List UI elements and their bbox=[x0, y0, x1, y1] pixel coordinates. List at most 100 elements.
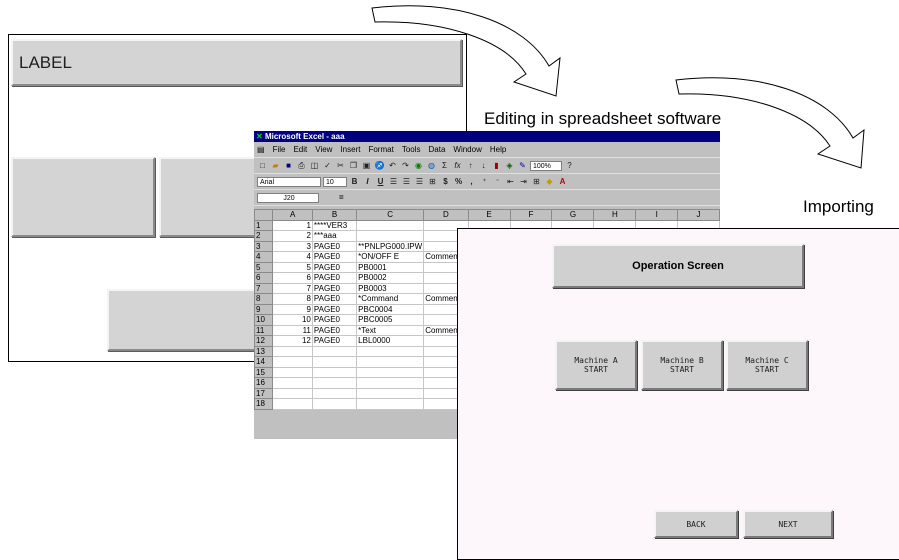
align-left-icon[interactable]: ☰ bbox=[388, 176, 399, 187]
menu-window[interactable]: Window bbox=[453, 145, 481, 154]
menu-tools[interactable]: Tools bbox=[402, 145, 421, 154]
cell[interactable]: 5 bbox=[272, 261, 313, 273]
align-center-icon[interactable]: ☰ bbox=[401, 176, 412, 187]
paste-icon[interactable]: ▣ bbox=[361, 160, 372, 171]
cell[interactable]: PAGE0 bbox=[311, 303, 358, 315]
decrease-decimal-icon[interactable]: ⁻ bbox=[492, 176, 503, 187]
help-icon[interactable]: ? bbox=[564, 160, 575, 171]
cell[interactable]: **PNLPG000.IPW bbox=[356, 240, 425, 252]
currency-icon[interactable]: $ bbox=[440, 176, 451, 187]
italic-icon[interactable]: I bbox=[362, 176, 373, 187]
name-box[interactable]: J20 bbox=[257, 192, 319, 203]
menu-data[interactable]: Data bbox=[429, 145, 446, 154]
cell[interactable] bbox=[311, 398, 358, 410]
sort-ascending-icon[interactable]: ↑ bbox=[465, 160, 476, 171]
cell[interactable]: PAGE0 bbox=[311, 240, 358, 252]
cell[interactable] bbox=[311, 377, 358, 389]
sort-descending-icon[interactable]: ↓ bbox=[478, 160, 489, 171]
font-name-select[interactable]: Arial bbox=[257, 176, 321, 187]
hyperlink-icon[interactable]: ◉ bbox=[413, 160, 424, 171]
cell[interactable]: PAGE0 bbox=[311, 272, 358, 284]
font-size-select[interactable]: 10 bbox=[323, 176, 347, 187]
cell[interactable]: *ON/OFF E bbox=[356, 251, 425, 263]
merge-center-icon[interactable]: ⊞ bbox=[427, 176, 438, 187]
cell[interactable]: PAGE0 bbox=[311, 293, 358, 305]
back-button[interactable]: BACK bbox=[654, 510, 738, 538]
row-header[interactable]: 14 bbox=[254, 356, 274, 368]
cell[interactable] bbox=[272, 345, 313, 357]
cell[interactable]: PAGE0 bbox=[311, 314, 358, 326]
row-header[interactable]: 18 bbox=[254, 398, 274, 410]
copy-icon[interactable]: ❐ bbox=[348, 160, 359, 171]
cell[interactable] bbox=[311, 387, 358, 399]
cell[interactable]: PB0003 bbox=[356, 282, 425, 294]
menu-help[interactable]: Help bbox=[490, 145, 506, 154]
cell[interactable]: 2 bbox=[272, 230, 313, 242]
decrease-indent-icon[interactable]: ⇤ bbox=[505, 176, 516, 187]
cell[interactable] bbox=[272, 398, 313, 410]
next-button[interactable]: NEXT bbox=[743, 510, 833, 538]
cell[interactable]: 11 bbox=[272, 324, 313, 336]
open-folder-icon[interactable]: ▰ bbox=[270, 160, 281, 171]
map-icon[interactable]: ◈ bbox=[504, 160, 515, 171]
function-icon[interactable]: fx bbox=[452, 160, 463, 171]
cell[interactable]: ****VER3 bbox=[311, 219, 358, 231]
cell[interactable]: PBC0004 bbox=[356, 303, 425, 315]
format-painter-icon[interactable]: ♐ bbox=[374, 160, 385, 171]
align-right-icon[interactable]: ☰ bbox=[414, 176, 425, 187]
machine-b-start-button[interactable]: Machine B START bbox=[641, 340, 723, 390]
menu-edit[interactable]: Edit bbox=[293, 145, 307, 154]
cell[interactable]: PAGE0 bbox=[311, 335, 358, 347]
row-header[interactable]: 6 bbox=[254, 272, 274, 284]
cell[interactable]: PB0001 bbox=[356, 261, 425, 273]
cell[interactable] bbox=[356, 345, 425, 357]
cell[interactable] bbox=[356, 230, 425, 242]
spelling-icon[interactable]: ✓ bbox=[322, 160, 333, 171]
fill-color-icon[interactable]: ◆ bbox=[544, 176, 555, 187]
machine-c-start-button[interactable]: Machine C START bbox=[726, 340, 808, 390]
row-header[interactable]: 1 bbox=[254, 219, 274, 231]
font-color-icon[interactable]: A bbox=[557, 176, 568, 187]
menu-file[interactable]: File bbox=[273, 145, 286, 154]
borders-icon[interactable]: ⊞ bbox=[531, 176, 542, 187]
cell[interactable]: 7 bbox=[272, 282, 313, 294]
column-header[interactable]: F bbox=[509, 209, 553, 221]
cell[interactable] bbox=[311, 366, 358, 378]
cell[interactable]: 12 bbox=[272, 335, 313, 347]
cell[interactable]: PAGE0 bbox=[311, 251, 358, 263]
cell[interactable] bbox=[272, 377, 313, 389]
cell[interactable]: *Text bbox=[356, 324, 425, 336]
row-header[interactable]: 15 bbox=[254, 366, 274, 378]
increase-decimal-icon[interactable]: ⁺ bbox=[479, 176, 490, 187]
row-header[interactable]: 17 bbox=[254, 387, 274, 399]
row-header[interactable]: 16 bbox=[254, 377, 274, 389]
print-preview-icon[interactable]: ◫ bbox=[309, 160, 320, 171]
row-header[interactable]: 4 bbox=[254, 251, 274, 263]
row-header[interactable]: 9 bbox=[254, 303, 274, 315]
cell[interactable] bbox=[272, 387, 313, 399]
row-header[interactable]: 10 bbox=[254, 314, 274, 326]
underline-icon[interactable]: U bbox=[375, 176, 386, 187]
chart-wizard-icon[interactable]: ▮ bbox=[491, 160, 502, 171]
cell[interactable]: PAGE0 bbox=[311, 261, 358, 273]
row-header[interactable]: 2 bbox=[254, 230, 274, 242]
cell[interactable]: LBL0000 bbox=[356, 335, 425, 347]
cell[interactable]: 10 bbox=[272, 314, 313, 326]
row-header[interactable]: 11 bbox=[254, 324, 274, 336]
menu-format[interactable]: Format bbox=[368, 145, 393, 154]
autosum-icon[interactable]: Σ bbox=[439, 160, 450, 171]
save-icon[interactable]: ■ bbox=[283, 160, 294, 171]
cell[interactable] bbox=[356, 366, 425, 378]
menu-insert[interactable]: Insert bbox=[340, 145, 360, 154]
redo-icon[interactable]: ↷ bbox=[400, 160, 411, 171]
cell[interactable]: 8 bbox=[272, 293, 313, 305]
percent-icon[interactable]: % bbox=[453, 176, 464, 187]
new-file-icon[interactable]: □ bbox=[257, 160, 268, 171]
column-header[interactable]: A bbox=[272, 209, 313, 221]
increase-indent-icon[interactable]: ⇥ bbox=[518, 176, 529, 187]
cell[interactable]: 4 bbox=[272, 251, 313, 263]
cell[interactable]: 6 bbox=[272, 272, 313, 284]
cell[interactable] bbox=[356, 387, 425, 399]
cell[interactable]: PBC0005 bbox=[356, 314, 425, 326]
cut-icon[interactable]: ✂ bbox=[335, 160, 346, 171]
